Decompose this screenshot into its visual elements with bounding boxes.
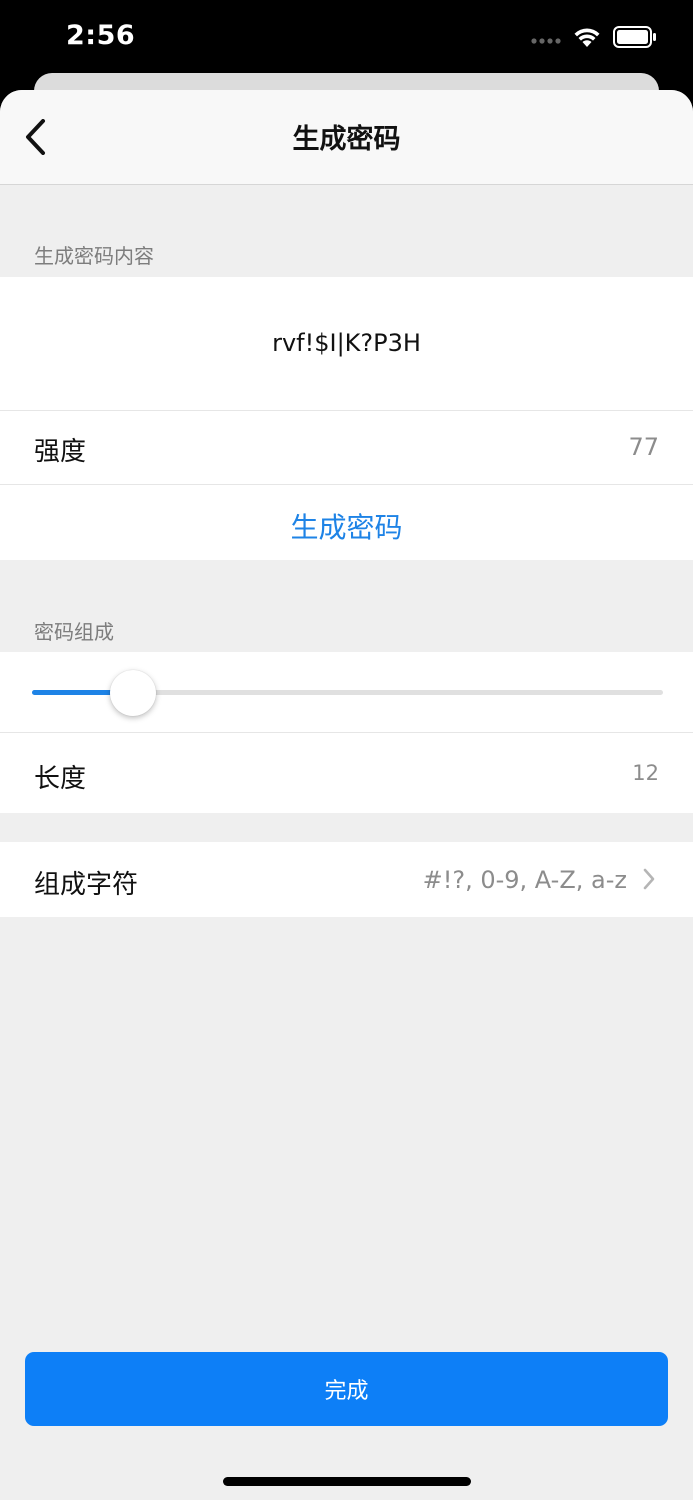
generated-password-card: rvf!$I|K?P3H 强度 77 生成密码 [0,277,693,560]
section-header-composition: 密码组成 [34,620,114,644]
divider [0,410,693,411]
chevron-right-icon [639,864,659,894]
done-button[interactable]: 完成 [25,1352,668,1426]
home-indicator [223,1477,471,1486]
strength-label: 强度 [34,437,87,467]
divider [0,484,693,485]
page-title: 生成密码 [292,124,401,155]
composition-card: 长度 12 [0,652,693,813]
strength-value: 77 [628,433,659,461]
charset-label: 组成字符 [34,870,139,900]
generate-password-button[interactable]: 生成密码 [0,506,693,546]
cellular-dots-icon [531,30,561,49]
length-slider[interactable] [32,670,663,716]
slider-thumb[interactable] [110,670,156,716]
divider [0,732,693,733]
status-icons [531,24,657,54]
charset-value: #!?, 0-9, A-Z, a-z [422,866,627,894]
section-header-generated: 生成密码内容 [34,244,154,268]
navigation-bar: 生成密码 [0,90,693,185]
wifi-icon [573,26,601,52]
generate-password-sheet: 生成密码 生成密码内容 rvf!$I|K?P3H 强度 77 生成密码 密码组成… [0,90,693,1500]
status-time: 2:56 [66,20,136,51]
password-value[interactable]: rvf!$I|K?P3H [0,329,693,357]
charset-row[interactable]: 组成字符 #!?, 0-9, A-Z, a-z [0,842,693,917]
length-value: 12 [632,761,659,785]
battery-icon [613,26,657,52]
length-label: 长度 [34,764,87,794]
